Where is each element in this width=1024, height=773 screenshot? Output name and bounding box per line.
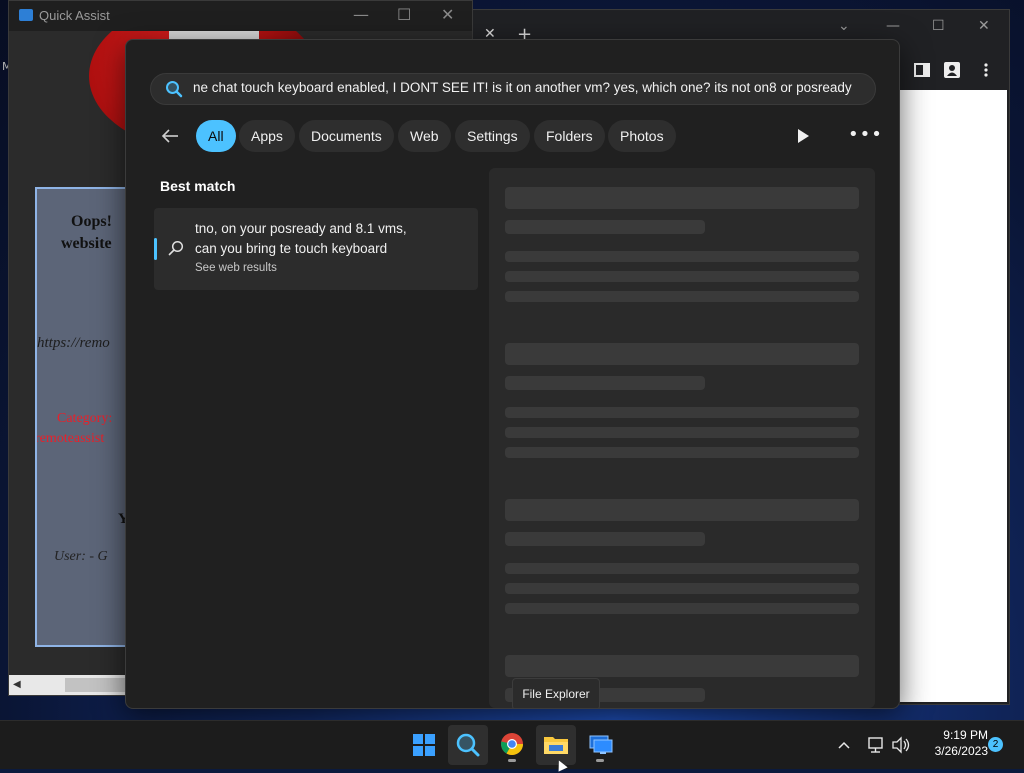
maximize-icon[interactable]: ☐ [397,5,411,24]
network-status[interactable] [866,721,886,769]
quick-assist-titlebar[interactable]: Quick Assist — ☐ ✕ [9,1,472,31]
loading-placeholder [505,187,859,209]
error-heading: Oops! [71,213,112,230]
error-category-value: remoteassist [35,431,105,446]
menu-icon[interactable] [978,62,994,78]
loading-placeholder [505,407,859,418]
filter-settings[interactable]: Settings [455,120,530,152]
result-preview-pane [489,168,875,708]
web-search-icon [168,240,184,256]
taskbar-search-button[interactable] [448,725,488,765]
loading-placeholder [505,376,705,390]
selection-indicator [154,238,157,260]
volume-control[interactable] [890,721,912,769]
loading-placeholder [505,271,859,282]
filter-web[interactable]: Web [398,120,451,152]
running-indicator [596,759,604,762]
profile-icon[interactable] [944,62,960,78]
remote-error-page: Oops! website https://remo Category: rem… [35,187,134,647]
quick-assist-title: Quick Assist [39,8,110,23]
loading-placeholder [505,251,859,262]
side-panel-icon[interactable] [914,62,930,78]
tab-search-icon[interactable]: ⌄ [838,18,850,34]
error-category-label: Category: [57,411,113,426]
best-match-heading: Best match [160,178,236,194]
play-icon[interactable] [796,128,810,144]
loading-placeholder [505,532,705,546]
show-hidden-icons-button[interactable] [836,721,852,769]
close-icon[interactable]: ✕ [441,5,454,24]
error-user: User: - G [54,549,108,564]
browser-content [900,90,1007,702]
speaker-icon [892,736,910,754]
search-query-text: ne chat touch keyboard enabled, I DONT S… [193,80,852,95]
close-window-icon[interactable]: ✕ [978,18,990,34]
scroll-left-icon[interactable]: ◀ [13,679,21,690]
network-icon [868,737,883,753]
filter-apps[interactable]: Apps [239,120,295,152]
filter-folders[interactable]: Folders [534,120,605,152]
taskbar-quick-assist-button[interactable] [580,725,620,765]
best-match-result[interactable]: tno, on your posready and 8.1 vms, can y… [154,208,478,290]
clock-date: 3/26/2023 [934,744,988,758]
result-title-line2: can you bring te touch keyboard [195,241,388,256]
back-arrow-icon[interactable] [160,126,180,146]
result-title-line1: tno, on your posready and 8.1 vms, [195,221,407,236]
start-button[interactable] [404,725,444,765]
chevron-up-icon [838,741,850,749]
search-panel: ne chat touch keyboard enabled, I DONT S… [125,39,900,709]
search-input[interactable]: ne chat touch keyboard enabled, I DONT S… [150,73,876,105]
file-explorer-tooltip: File Explorer [512,678,600,708]
filter-all[interactable]: All [196,120,236,152]
maximize-icon[interactable]: ☐ [932,18,945,34]
search-icon [456,733,480,757]
filter-documents[interactable]: Documents [299,120,394,152]
desktop: ✕ + ⌄ — ☐ ✕ M Quick Assist — ☐ ✕ Oops! w… [0,0,1024,720]
loading-placeholder [505,343,859,365]
notification-badge[interactable]: 2 [988,737,1003,752]
taskbar: 9:19 PM 3/26/2023 2 [0,720,1024,769]
start-icon [413,734,435,756]
loading-placeholder [505,291,859,302]
taskbar-file-explorer-button[interactable] [536,725,576,765]
system-clock[interactable]: 9:19 PM 3/26/2023 [916,727,988,759]
more-options-icon[interactable]: ••• [848,124,883,145]
loading-placeholder [505,583,859,594]
search-icon [166,81,183,98]
file-explorer-icon [544,737,568,754]
loading-placeholder [505,220,705,234]
loading-placeholder [505,603,859,614]
loading-placeholder [505,655,859,677]
loading-placeholder [505,427,859,438]
quick-assist-logo-icon [19,9,33,21]
running-indicator [508,759,516,762]
filter-photos[interactable]: Photos [608,120,676,152]
search-filters: All Apps Documents Web Settings Folders … [150,120,882,152]
minimize-icon[interactable]: — [886,18,900,34]
clock-time: 9:19 PM [943,728,988,742]
loading-placeholder [505,499,859,521]
error-url: https://remo [37,335,110,351]
loading-placeholder [505,447,859,458]
see-web-results-link[interactable]: See web results [195,262,277,274]
loading-placeholder [505,563,859,574]
minimize-icon[interactable]: — [353,5,369,24]
taskbar-chrome-button[interactable] [492,725,532,765]
error-subheading: website [61,235,112,252]
